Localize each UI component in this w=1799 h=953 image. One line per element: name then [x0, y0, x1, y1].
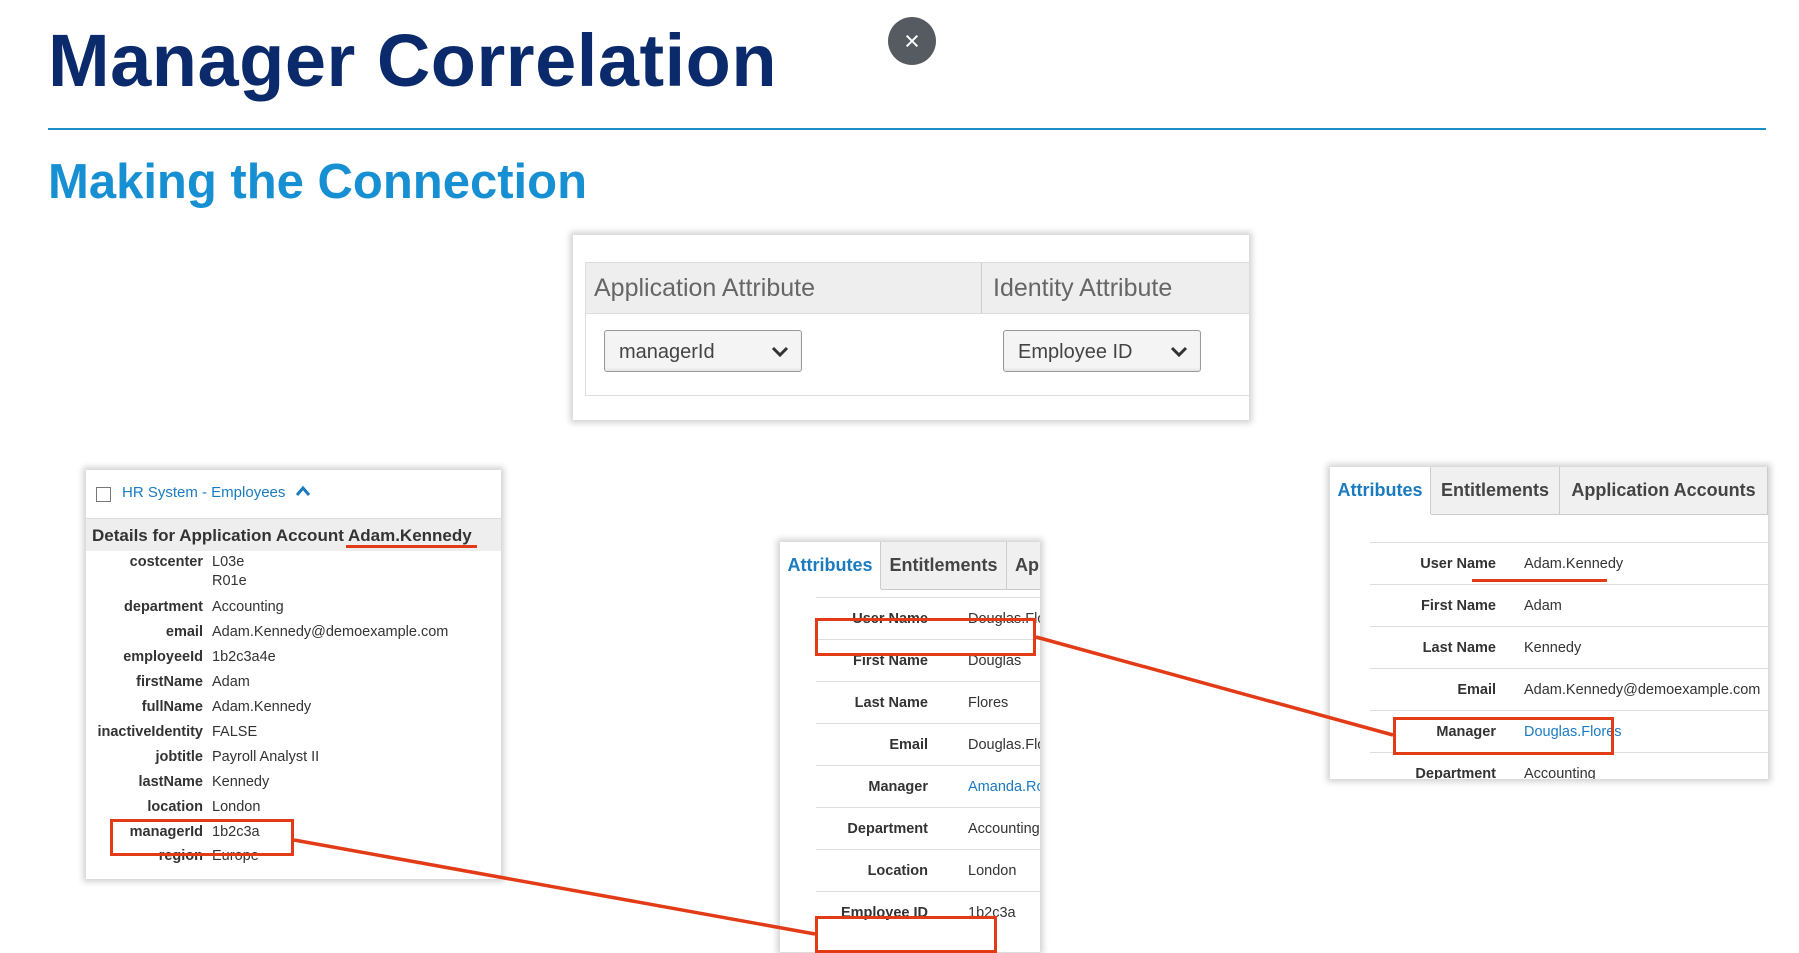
connector-username-to-manager	[1035, 635, 1394, 737]
connector-managerid-to-employeeid	[293, 838, 816, 936]
connector-lines	[293, 635, 1394, 936]
